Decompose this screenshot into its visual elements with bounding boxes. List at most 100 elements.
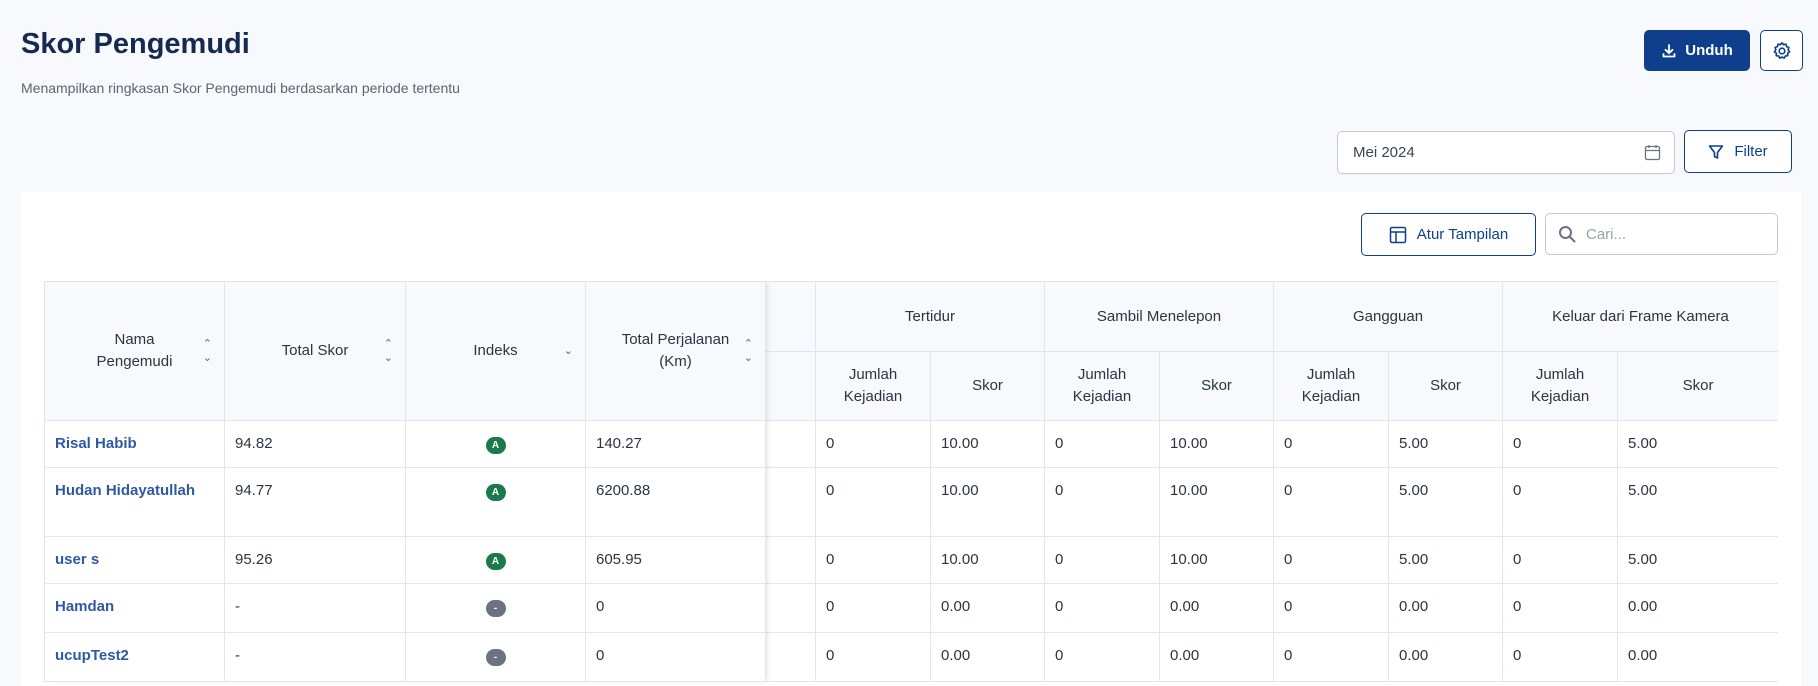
- subheader-count: Jumlah Kejadian: [1502, 351, 1619, 421]
- driver-name-link[interactable]: user s: [55, 551, 99, 568]
- table-row: Hudan Hidayatullah 94.77 A 6200.88: [44, 467, 766, 537]
- total-score-cell: -: [224, 583, 406, 633]
- event-count-cell: 0: [1044, 583, 1160, 633]
- column-header-index[interactable]: Indeks ⌄: [405, 281, 586, 421]
- total-score-cell: 95.26: [224, 536, 406, 584]
- column-header-total-score[interactable]: Total Skor ⌃ ⌄: [224, 281, 406, 421]
- subheader-score: Skor: [930, 351, 1045, 421]
- driver-name-cell: Hamdan: [44, 583, 225, 633]
- index-cell: A: [405, 536, 586, 584]
- driver-name-link[interactable]: ucupTest2: [55, 647, 129, 664]
- index-cell: -: [405, 583, 586, 633]
- column-header-name[interactable]: Nama Pengemudi ⌃ ⌄: [44, 281, 225, 421]
- event-count-cell: 0: [1044, 467, 1160, 537]
- column-label-total-trip: Total Perjalanan (Km): [621, 331, 730, 370]
- total-trip-cell: 0: [585, 632, 766, 682]
- event-count-cell: 0: [1273, 420, 1389, 468]
- score-cell: 0.00: [1159, 583, 1274, 633]
- table-row: Hamdan - - 0: [44, 583, 766, 633]
- subheader-score: Skor: [1159, 351, 1274, 421]
- period-picker[interactable]: Mei 2024: [1337, 131, 1675, 174]
- score-cell: 10.00: [1159, 420, 1274, 468]
- index-cell: -: [405, 632, 586, 682]
- search-icon: [1559, 226, 1576, 243]
- period-value: Mei 2024: [1353, 144, 1415, 161]
- sort-icon: ⌃ ⌄: [202, 338, 212, 364]
- index-badge: -: [485, 600, 506, 617]
- subheader-count: Jumlah Kejadian: [1273, 351, 1389, 421]
- score-cell: 0.00: [930, 632, 1045, 682]
- score-cell: 5.00: [1387, 467, 1504, 537]
- driver-name-cell: ucupTest2: [44, 632, 225, 682]
- score-cell: 5.00: [1617, 536, 1778, 584]
- driver-name-link[interactable]: Hamdan: [55, 598, 114, 615]
- table-row: user s 95.26 A 605.95: [44, 536, 766, 584]
- score-cell: 5.00: [1617, 467, 1778, 537]
- total-trip-cell: 6200.88: [585, 467, 766, 537]
- score-cell: 0.00: [1387, 632, 1504, 682]
- score-cell: 0.00: [930, 583, 1045, 633]
- group-header-keluar-frame: Keluar dari Frame Kamera: [1502, 281, 1778, 352]
- driver-name-link[interactable]: Risal Habib: [55, 435, 137, 452]
- group-header-tertidur: Tertidur: [815, 281, 1045, 352]
- subheader-count: Jumlah Kejadian: [1044, 351, 1160, 421]
- search-placeholder: Cari...: [1586, 225, 1627, 243]
- driver-name-cell: user s: [44, 536, 225, 584]
- score-cell: 10.00: [1159, 536, 1274, 584]
- group-header-sambil-menelepon: Sambil Menelepon: [1044, 281, 1274, 352]
- score-table: p Tertidur Sambil Menelepon Gangguan Kel…: [44, 281, 1778, 686]
- event-count-cell: 0: [1502, 536, 1619, 584]
- score-cell: 0.00: [1387, 583, 1504, 633]
- event-count-cell: 0: [1044, 420, 1160, 468]
- driver-name-link[interactable]: Hudan Hidayatullah: [55, 482, 195, 499]
- score-cell: 5.00: [1387, 420, 1504, 468]
- index-badge: A: [485, 437, 506, 454]
- event-count-cell: 0: [1044, 536, 1160, 584]
- subheader-score: Skor: [1617, 351, 1778, 421]
- chevron-down-icon: ⌄: [563, 345, 573, 357]
- score-cell: 5.00: [1617, 420, 1778, 468]
- score-cell: 5.00: [1387, 536, 1504, 584]
- column-header-total-trip[interactable]: Total Perjalanan (Km) ⌃ ⌄: [585, 281, 766, 421]
- table-row: ucupTest2 - - 0: [44, 632, 766, 682]
- event-count-cell: 0: [1273, 536, 1389, 584]
- total-score-cell: -: [224, 632, 406, 682]
- event-count-cell: 0: [1502, 583, 1619, 633]
- index-cell: A: [405, 420, 586, 468]
- total-score-cell: 94.82: [224, 420, 406, 468]
- score-cell: 0.00: [1617, 583, 1778, 633]
- event-count-cell: 0: [815, 420, 931, 468]
- score-cell: 10.00: [1159, 467, 1274, 537]
- score-cell: 0.00: [1159, 632, 1274, 682]
- score-cell: 10.00: [930, 467, 1045, 537]
- filter-icon: [1709, 144, 1724, 159]
- layout-icon: [1389, 226, 1407, 243]
- score-cell: 10.00: [930, 536, 1045, 584]
- download-icon: [1662, 43, 1676, 57]
- score-cell: 0.00: [1617, 632, 1778, 682]
- column-label-total-score: Total Skor: [281, 342, 349, 359]
- total-score-cell: 94.77: [224, 467, 406, 537]
- index-badge: -: [485, 649, 506, 666]
- search-input[interactable]: Cari...: [1545, 213, 1778, 255]
- subheader-count: Jumlah Kejadian: [815, 351, 931, 421]
- download-button[interactable]: Unduh: [1644, 30, 1750, 71]
- event-count-cell: 0: [1502, 632, 1619, 682]
- driver-name-cell: Hudan Hidayatullah: [44, 467, 225, 537]
- index-badge: A: [485, 553, 506, 570]
- fixed-columns-table: Nama Pengemudi ⌃ ⌄ Total Skor ⌃ ⌄ Indeks ⌄…: [44, 281, 766, 682]
- event-count-cell: 0: [815, 467, 931, 537]
- page-title: Skor Pengemudi: [21, 28, 250, 60]
- total-trip-cell: 140.27: [585, 420, 766, 468]
- event-count-cell: 0: [1502, 467, 1619, 537]
- total-trip-cell: 605.95: [585, 536, 766, 584]
- score-cell: 10.00: [930, 420, 1045, 468]
- event-count-cell: 0: [1273, 583, 1389, 633]
- view-settings-button[interactable]: Atur Tampilan: [1361, 213, 1536, 256]
- filter-button[interactable]: Filter: [1684, 130, 1792, 173]
- gear-icon: [1773, 41, 1790, 59]
- column-label-name: Nama Pengemudi: [96, 331, 173, 370]
- event-count-cell: 0: [1044, 632, 1160, 682]
- event-count-cell: 0: [815, 536, 931, 584]
- settings-button[interactable]: [1760, 30, 1803, 71]
